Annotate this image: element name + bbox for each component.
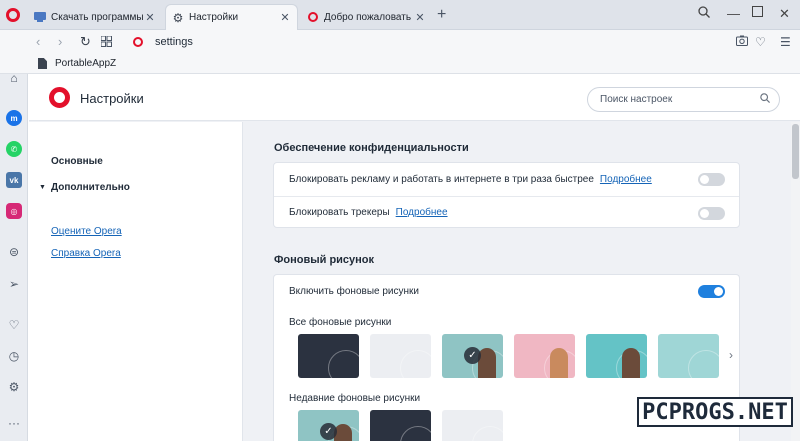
nav-basic[interactable]: Основные [51, 156, 103, 167]
tab-search-icon[interactable] [698, 6, 710, 21]
recent-dark-thumbnail[interactable] [370, 410, 431, 441]
tab-welcome[interactable]: Добро пожаловать в Oper ✕ [301, 4, 432, 30]
settings-page: Настройки Поиск настроек Основные ▼ Допо… [29, 74, 800, 441]
site-favicon-icon [34, 11, 46, 23]
settings-content: Обеспечение конфиденциальности Блокирова… [244, 122, 790, 441]
opera-menu-button[interactable] [0, 0, 26, 30]
person-figure [622, 348, 640, 378]
rate-opera-link[interactable]: Оцените Opera [51, 226, 122, 237]
bookmarks-bar: PortableAppZ [0, 54, 800, 74]
enable-wallpapers-toggle[interactable] [698, 285, 725, 298]
nav-advanced[interactable]: Дополнительно [51, 182, 130, 193]
minimize-icon[interactable]: — [727, 6, 740, 21]
opera-help-link[interactable]: Справка Opera [51, 248, 121, 259]
address-bar: ‹ › ↻ settings ♡ ☰ [0, 30, 800, 54]
block-trackers-row: Блокировать трекеры Подробнее [274, 196, 739, 228]
recent-light-thumbnail[interactable] [442, 410, 503, 441]
scrollbar-thumb[interactable] [792, 124, 799, 179]
settings-icon[interactable]: ⚙ [5, 378, 23, 396]
opera-favicon-icon [307, 11, 319, 23]
wallpaper-teal-woman-thumbnail[interactable] [586, 334, 647, 378]
bookmark-item[interactable]: PortableAppZ [38, 58, 116, 69]
tab-title: Скачать программы для а [51, 11, 144, 23]
tab-close-icon[interactable]: ✕ [144, 11, 156, 24]
page-scrollbar[interactable] [791, 122, 800, 441]
wallpaper-dark-thumbnail[interactable] [298, 334, 359, 378]
close-icon[interactable]: ✕ [779, 6, 790, 22]
opera-sidebar: ⌂ m ✆ vk ◎ ⊜ ➢ ♡ ◷ ⚙ ··· [0, 71, 28, 441]
block-trackers-label: Блокировать трекеры [289, 207, 390, 218]
tab-settings[interactable]: ⚙ Настройки ✕ [165, 4, 298, 30]
more-icon[interactable]: ··· [5, 414, 23, 432]
privacy-card: Блокировать рекламу и работать в интерне… [273, 162, 740, 228]
settings-search-input[interactable]: Поиск настроек [587, 87, 780, 112]
chevron-right-icon[interactable]: › [729, 348, 733, 362]
opera-logo-icon [49, 87, 70, 108]
forward-icon[interactable]: › [58, 34, 62, 49]
tab-pcprogs[interactable]: Скачать программы для а ✕ [28, 4, 162, 30]
enable-wallpapers-label: Включить фоновые рисунки [289, 285, 419, 297]
block-trackers-more-link[interactable]: Подробнее [396, 207, 448, 218]
person-figure [550, 348, 568, 378]
settings-nav: Основные ▼ Дополнительно Оцените Opera С… [29, 122, 243, 441]
watermark-logo: PCPROGS.NET [637, 397, 793, 427]
recent-wallpapers-label: Недавние фоновые рисунки [289, 393, 421, 404]
block-ads-label: Блокировать рекламу и работать в интерне… [289, 173, 594, 185]
bookmark-heart-icon[interactable]: ♡ [755, 35, 766, 49]
opera-site-icon [133, 37, 143, 47]
search-placeholder: Поиск настроек [600, 94, 673, 105]
selected-check-icon: ✓ [320, 423, 337, 440]
block-ads-more-link[interactable]: Подробнее [600, 174, 652, 185]
tab-close-icon[interactable]: ✕ [279, 11, 291, 24]
send-icon[interactable]: ➢ [5, 275, 23, 293]
wallpaper-light-thumbnail[interactable] [370, 334, 431, 378]
tabs-grid-icon[interactable] [100, 35, 112, 50]
wallpaper-teal-man-thumbnail[interactable]: ✓ [442, 334, 503, 378]
enable-wallpapers-row: Включить фоновые рисунки [274, 275, 739, 307]
tab-strip: Скачать программы для а ✕ ⚙ Настройки ✕ … [0, 0, 800, 30]
block-trackers-toggle[interactable] [698, 207, 725, 220]
tab-title: Настройки [189, 12, 239, 23]
bookmark-label: PortableAppZ [55, 58, 117, 69]
search-icon [760, 93, 770, 106]
easy-setup-icon[interactable]: ☰ [780, 35, 791, 49]
all-wallpapers-list: ✓ [298, 334, 719, 378]
document-icon [38, 58, 47, 69]
history-icon[interactable]: ◷ [5, 347, 23, 365]
recent-wallpapers-list: ✓ [298, 410, 503, 441]
all-wallpapers-label: Все фоновые рисунки [289, 317, 392, 328]
url-field[interactable]: settings [155, 36, 193, 48]
expand-arrow-icon[interactable]: ▼ [39, 184, 46, 191]
tab-title: Добро пожаловать в Oper [324, 11, 414, 23]
wallpaper-heading: Фоновый рисунок [274, 254, 375, 266]
block-ads-row: Блокировать рекламу и работать в интерне… [274, 163, 739, 195]
new-tab-button[interactable]: + [437, 6, 446, 24]
maximize-icon[interactable] [752, 5, 763, 20]
selected-check-icon: ✓ [464, 347, 481, 364]
back-icon[interactable]: ‹ [36, 34, 40, 49]
wallpaper-pink-woman-thumbnail[interactable] [514, 334, 575, 378]
snapshot-icon[interactable] [736, 35, 748, 49]
privacy-heading: Обеспечение конфиденциальности [274, 142, 469, 154]
vk-icon[interactable]: vk [6, 172, 22, 188]
page-title: Настройки [80, 91, 144, 106]
tab-close-icon[interactable]: ✕ [414, 11, 426, 24]
opera-logo-icon [6, 8, 20, 22]
gear-icon: ⚙ [172, 10, 184, 25]
heart-icon[interactable]: ♡ [5, 316, 23, 334]
settings-header: Настройки Поиск настроек [29, 74, 800, 121]
recent-teal-man-thumbnail[interactable]: ✓ [298, 410, 359, 441]
instagram-icon[interactable]: ◎ [6, 203, 22, 219]
whatsapp-icon[interactable]: ✆ [6, 141, 22, 157]
speed-dial-icon[interactable]: ⌂ [5, 69, 23, 87]
player-icon[interactable]: ⊜ [5, 243, 23, 261]
reload-icon[interactable]: ↻ [80, 34, 91, 50]
messenger-icon[interactable]: m [6, 110, 22, 126]
block-ads-toggle[interactable] [698, 173, 725, 186]
wallpaper-aqua-thumbnail[interactable] [658, 334, 719, 378]
